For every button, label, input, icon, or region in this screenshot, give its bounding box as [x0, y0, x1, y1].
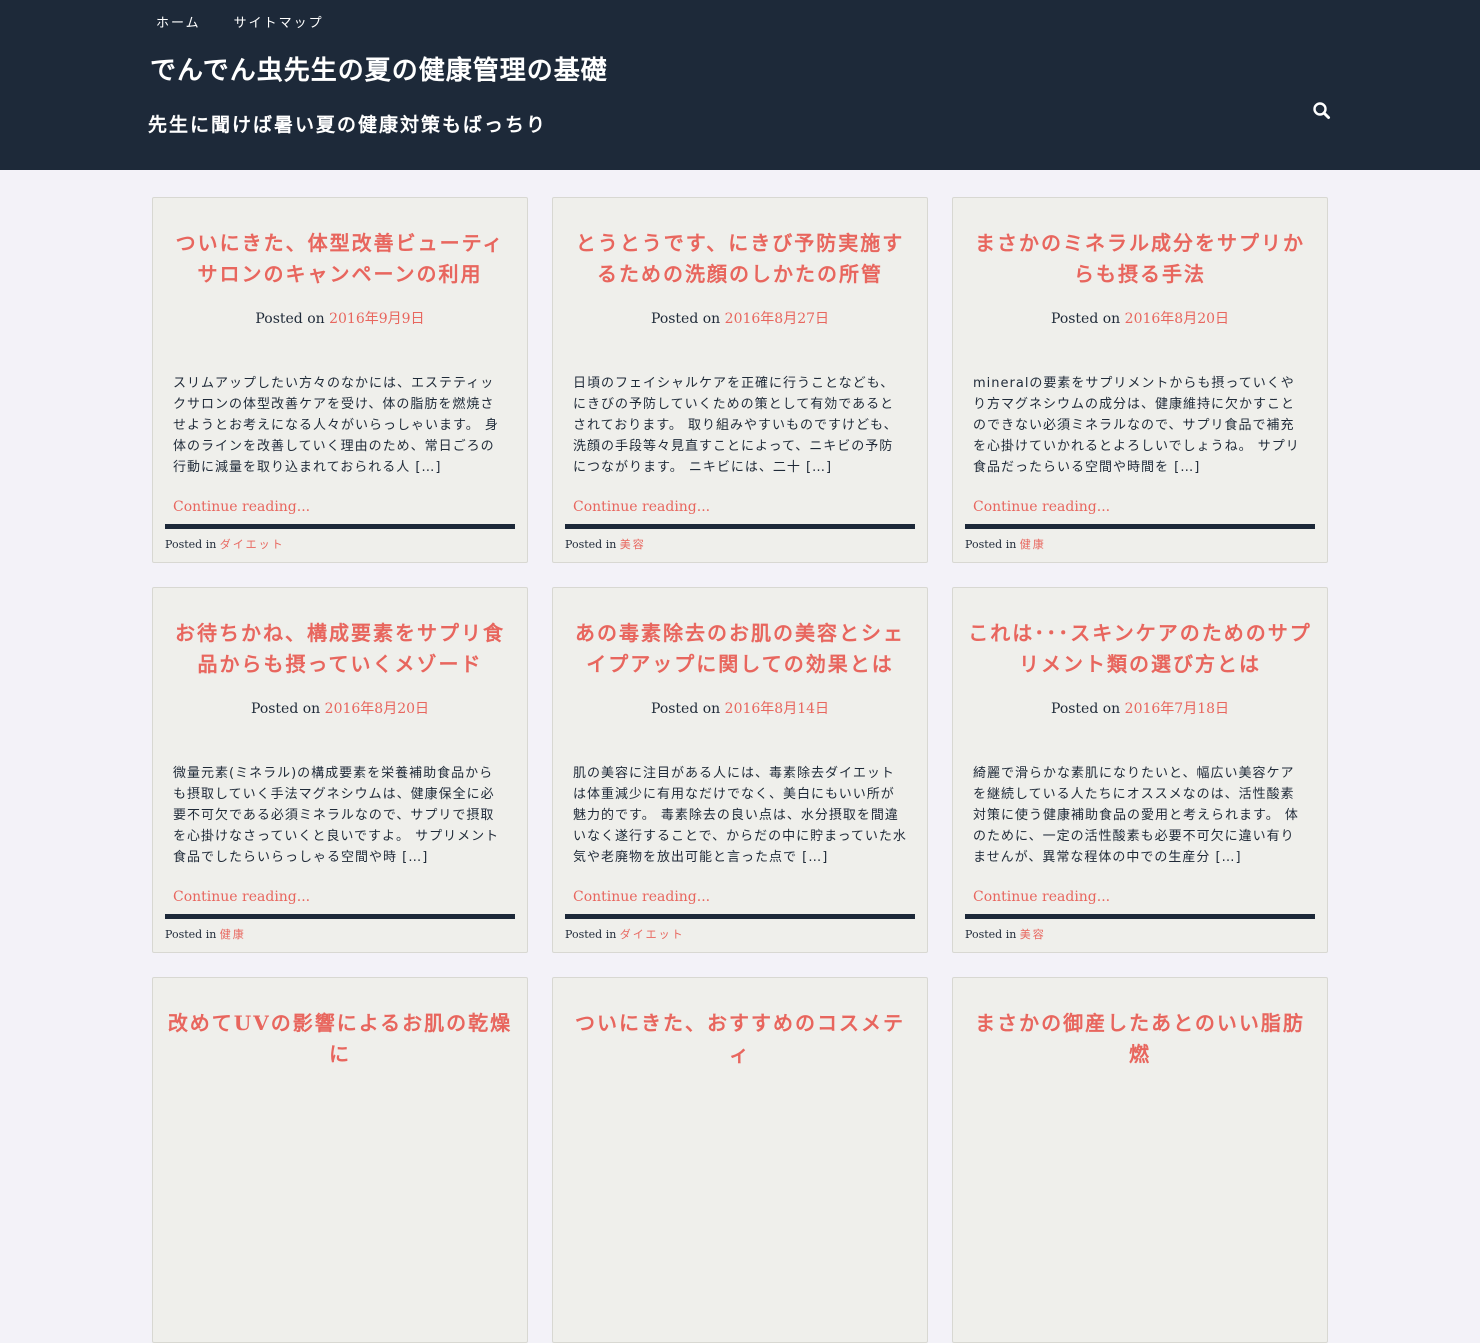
posted-on-label: Posted on	[650, 701, 721, 717]
posted-in-label: Posted in	[965, 538, 1017, 551]
continue-reading-link[interactable]: Continue reading...	[153, 499, 527, 515]
post-title-link[interactable]: とうとうです、にきび予防実施するための洗顔のしかたの所管	[553, 198, 927, 291]
posted-in-label: Posted in	[565, 928, 617, 941]
posted-in-label: Posted in	[565, 538, 617, 551]
post-meta: Posted on 2016年8月20日	[953, 308, 1327, 328]
post-excerpt: 微量元素(ミネラル)の構成要素を栄養補助食品からも摂取していく手法マグネシウムは…	[173, 766, 500, 865]
post-date-link[interactable]: 2016年8月20日	[1125, 311, 1229, 327]
post-grid: ついにきた、体型改善ビューティサロンのキャンペーンの利用 Posted on 2…	[152, 197, 1328, 1343]
post-category: Posted in ダイエット	[565, 926, 685, 942]
post-title-link[interactable]: ついにきた、おすすめのコスメティ	[553, 978, 927, 1071]
card-divider	[565, 914, 915, 919]
post-title-link[interactable]: まさかの御産したあとのいい脂肪燃	[953, 978, 1327, 1071]
card-divider	[165, 524, 515, 529]
post-date-link[interactable]: 2016年8月27日	[725, 311, 829, 327]
post-excerpt: スリムアップしたい方々のなかには、エステティックサロンの体型改善ケアを受け、体の…	[173, 376, 499, 475]
post-excerpt: 肌の美容に注目がある人には、毒素除去ダイエットは体重減少に有用なだけでなく、美白…	[573, 766, 907, 865]
post-category: Posted in 美容	[965, 926, 1046, 942]
card-divider	[165, 914, 515, 919]
continue-reading-link[interactable]: Continue reading...	[953, 889, 1327, 905]
post-excerpt: mineralの要素をサプリメントからも摂っていくやり方マグネシウムの成分は、健…	[973, 376, 1300, 475]
posted-on-label: Posted on	[650, 311, 721, 327]
post-card: 改めてUVの影響によるお肌の乾燥に	[152, 977, 528, 1343]
post-excerpt: 日頃のフェイシャルケアを正確に行うことなども、にきびの予防していくための策として…	[573, 376, 898, 475]
posted-on-label: Posted on	[1050, 701, 1121, 717]
post-date-link[interactable]: 2016年9月9日	[329, 311, 424, 327]
post-card: お待ちかね、構成要素をサプリ食品からも摂っていくメゾード Posted on 2…	[152, 587, 528, 953]
post-category: Posted in 健康	[965, 536, 1046, 552]
post-category: Posted in 健康	[165, 926, 246, 942]
post-meta: Posted on 2016年8月27日	[553, 308, 927, 328]
site-header: ホーム サイトマップ でんでん虫先生の夏の健康管理の基礎 先生に聞けば暑い夏の健…	[0, 0, 1480, 170]
card-divider	[965, 914, 1315, 919]
continue-reading-link[interactable]: Continue reading...	[553, 499, 927, 515]
nav-home-link[interactable]: ホーム	[156, 12, 201, 31]
category-link[interactable]: 美容	[1020, 928, 1046, 941]
post-card: ついにきた、体型改善ビューティサロンのキャンペーンの利用 Posted on 2…	[152, 197, 528, 563]
post-card: これは･･･スキンケアのためのサプリメント類の選び方とは Posted on 2…	[952, 587, 1328, 953]
posted-on-label: Posted on	[1050, 311, 1121, 327]
post-title-link[interactable]: ついにきた、体型改善ビューティサロンのキャンペーンの利用	[153, 198, 527, 291]
top-nav: ホーム サイトマップ	[156, 12, 324, 31]
site-title[interactable]: でんでん虫先生の夏の健康管理の基礎	[150, 50, 608, 87]
category-link[interactable]: ダイエット	[620, 928, 685, 941]
post-title-link[interactable]: 改めてUVの影響によるお肌の乾燥に	[153, 978, 527, 1071]
posted-in-label: Posted in	[965, 928, 1017, 941]
card-divider	[565, 524, 915, 529]
post-category: Posted in ダイエット	[165, 536, 285, 552]
post-date-link[interactable]: 2016年7月18日	[1125, 701, 1229, 717]
post-meta: Posted on 2016年7月18日	[953, 698, 1327, 718]
category-link[interactable]: 美容	[620, 538, 646, 551]
post-card: あの毒素除去のお肌の美容とシェイプアップに関しての効果とは Posted on …	[552, 587, 928, 953]
card-divider	[965, 524, 1315, 529]
post-card: まさかのミネラル成分をサプリからも摂る手法 Posted on 2016年8月2…	[952, 197, 1328, 563]
continue-reading-link[interactable]: Continue reading...	[953, 499, 1327, 515]
nav-sitemap-link[interactable]: サイトマップ	[234, 12, 324, 31]
posted-on-label: Posted on	[250, 701, 321, 717]
search-icon[interactable]	[1311, 100, 1333, 122]
post-meta: Posted on 2016年8月20日	[153, 698, 527, 718]
post-date-link[interactable]: 2016年8月20日	[325, 701, 429, 717]
post-title-link[interactable]: これは･･･スキンケアのためのサプリメント類の選び方とは	[953, 588, 1327, 681]
posted-in-label: Posted in	[165, 928, 217, 941]
post-meta: Posted on 2016年8月14日	[553, 698, 927, 718]
post-card: まさかの御産したあとのいい脂肪燃	[952, 977, 1328, 1343]
post-title-link[interactable]: まさかのミネラル成分をサプリからも摂る手法	[953, 198, 1327, 291]
post-card: ついにきた、おすすめのコスメティ	[552, 977, 928, 1343]
post-date-link[interactable]: 2016年8月14日	[725, 701, 829, 717]
category-link[interactable]: 健康	[220, 928, 246, 941]
post-card: とうとうです、にきび予防実施するための洗顔のしかたの所管 Posted on 2…	[552, 197, 928, 563]
site-description: 先生に聞けば暑い夏の健康対策もばっちり	[148, 114, 548, 136]
posted-in-label: Posted in	[165, 538, 217, 551]
posted-on-label: Posted on	[255, 311, 325, 327]
continue-reading-link[interactable]: Continue reading...	[153, 889, 527, 905]
post-title-link[interactable]: あの毒素除去のお肌の美容とシェイプアップに関しての効果とは	[553, 588, 927, 681]
post-meta: Posted on 2016年9月9日	[153, 308, 527, 328]
post-title-link[interactable]: お待ちかね、構成要素をサプリ食品からも摂っていくメゾード	[153, 588, 527, 681]
category-link[interactable]: 健康	[1020, 538, 1046, 551]
category-link[interactable]: ダイエット	[220, 538, 285, 551]
post-category: Posted in 美容	[565, 536, 646, 552]
post-excerpt: 綺麗で滑らかな素肌になりたいと、幅広い美容ケアを継続している人たちにオススメなの…	[973, 766, 1299, 865]
continue-reading-link[interactable]: Continue reading...	[553, 889, 927, 905]
